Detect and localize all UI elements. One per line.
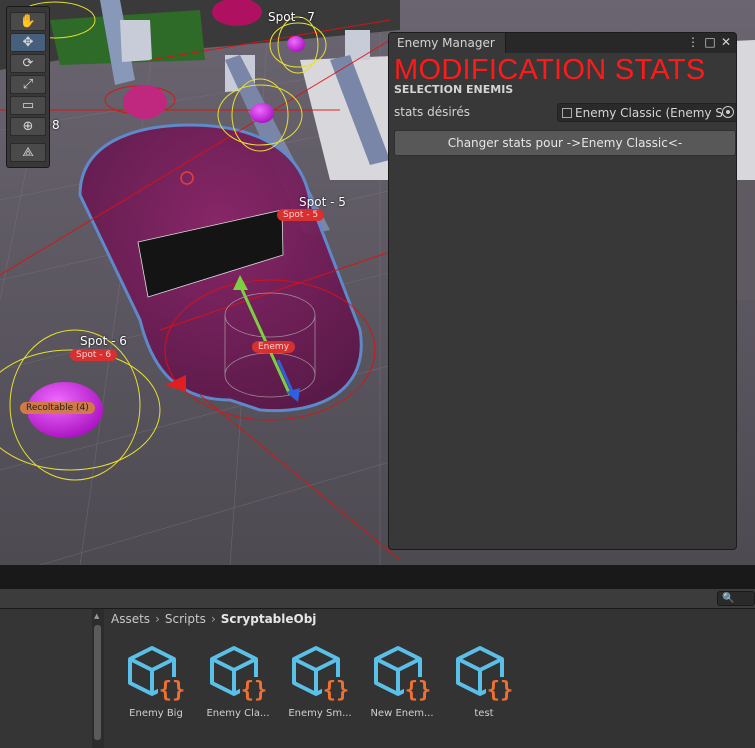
breadcrumb-current[interactable]: ScryptableObj xyxy=(221,612,317,626)
enemy-pill: Enemy xyxy=(252,341,296,353)
scriptable-object-icon: {} xyxy=(128,646,186,703)
scroll-up-icon[interactable]: ▲ xyxy=(94,612,99,620)
svg-text:{}: {} xyxy=(159,678,186,703)
chevron-right-icon: › xyxy=(210,612,216,626)
spot-pill: Spot - 5 xyxy=(277,209,325,221)
asset-item[interactable]: {} New Enem... xyxy=(362,645,442,719)
window-header: Enemy Manager ⋮ □ ✕ xyxy=(389,33,736,53)
gizmo-number: 8 xyxy=(52,118,60,132)
scriptable-object-icon: {} xyxy=(374,646,432,703)
stats-desires-label: stats désirés xyxy=(394,105,470,119)
asset-item[interactable]: {} Enemy Big xyxy=(116,645,196,719)
svg-text:{}: {} xyxy=(241,678,268,703)
chevron-right-icon: › xyxy=(155,612,160,626)
svg-text:{}: {} xyxy=(405,678,432,703)
project-asset-area: Assets › Scripts › ScryptableObj {} Enemy Bi… xyxy=(104,609,755,748)
tree-scrollbar[interactable]: ▲ xyxy=(92,609,104,748)
object-picker-icon[interactable] xyxy=(722,106,734,118)
asset-label: Enemy Big xyxy=(129,708,183,719)
scene-view[interactable]: Spot - 7 Spot - 5 Spot - 6 8 Spot - 5 Sp… xyxy=(0,0,755,565)
spot-label: Spot - 5 xyxy=(299,195,346,209)
asset-label: Enemy Cla... xyxy=(206,708,270,719)
project-folder-tree[interactable] xyxy=(0,609,92,748)
rotate-tool-icon[interactable]: ⟳ xyxy=(10,54,46,73)
search-icon: 🔍 xyxy=(722,593,735,604)
custom-tool-icon[interactable]: ⟁ xyxy=(10,143,46,162)
search-field[interactable]: 🔍 xyxy=(717,591,755,606)
hand-tool-icon[interactable]: ✋ xyxy=(10,12,46,31)
svg-text:{}: {} xyxy=(487,678,514,703)
spot-pill: Spot - 6 xyxy=(70,349,118,361)
spot-label: Spot - 6 xyxy=(80,334,127,348)
transform-tool-icon[interactable]: ⊕ xyxy=(10,117,46,136)
scrollbar-thumb[interactable] xyxy=(94,625,101,740)
scale-tool-icon[interactable]: ⤢ xyxy=(10,75,46,94)
move-tool-icon[interactable]: ✥ xyxy=(10,33,46,52)
asset-item[interactable]: {} Enemy Sm... xyxy=(280,645,360,719)
asset-label: Enemy Sm... xyxy=(288,708,352,719)
stats-object-field[interactable]: Enemy Classic (Enemy S xyxy=(557,103,736,122)
asset-item[interactable]: {} Enemy Cla... xyxy=(198,645,278,719)
panel-gap xyxy=(0,565,755,589)
change-stats-button[interactable]: Changer stats pour ->Enemy Classic<- xyxy=(394,130,736,156)
scriptable-object-icon xyxy=(562,108,572,118)
close-icon[interactable]: ✕ xyxy=(719,35,733,49)
modification-stats-heading: MODIFICATION STATS xyxy=(394,54,706,86)
spot-label: Spot - 7 xyxy=(268,10,315,24)
scene-toolbar: ✋ ✥ ⟳ ⤢ ▭ ⊕ ⟁ xyxy=(6,6,50,168)
project-toolbar: 🔍 xyxy=(0,589,755,609)
selection-enemis-label: SELECTION ENEMIS xyxy=(394,83,514,96)
stats-object-value: Enemy Classic (Enemy S xyxy=(575,106,723,120)
tab-enemy-manager[interactable]: Enemy Manager xyxy=(389,33,506,53)
recoltable-pill: Recoltable (4) xyxy=(20,402,95,414)
maximize-icon[interactable]: □ xyxy=(703,35,717,49)
asset-item[interactable]: {} test xyxy=(444,645,524,719)
scriptable-object-icon: {} xyxy=(292,646,350,703)
svg-text:{}: {} xyxy=(323,678,350,703)
scriptable-object-icon: {} xyxy=(210,646,268,703)
asset-label: New Enem... xyxy=(370,708,434,719)
rect-tool-icon[interactable]: ▭ xyxy=(10,96,46,115)
enemy-manager-window: Enemy Manager ⋮ □ ✕ MODIFICATION STATS S… xyxy=(388,32,737,550)
scriptable-object-icon: {} xyxy=(456,646,514,703)
more-options-icon[interactable]: ⋮ xyxy=(686,35,700,49)
breadcrumb-assets[interactable]: Assets xyxy=(111,612,150,626)
breadcrumb: Assets › Scripts › ScryptableObj xyxy=(111,612,316,626)
breadcrumb-scripts[interactable]: Scripts xyxy=(165,612,206,626)
asset-label: test xyxy=(474,708,494,719)
